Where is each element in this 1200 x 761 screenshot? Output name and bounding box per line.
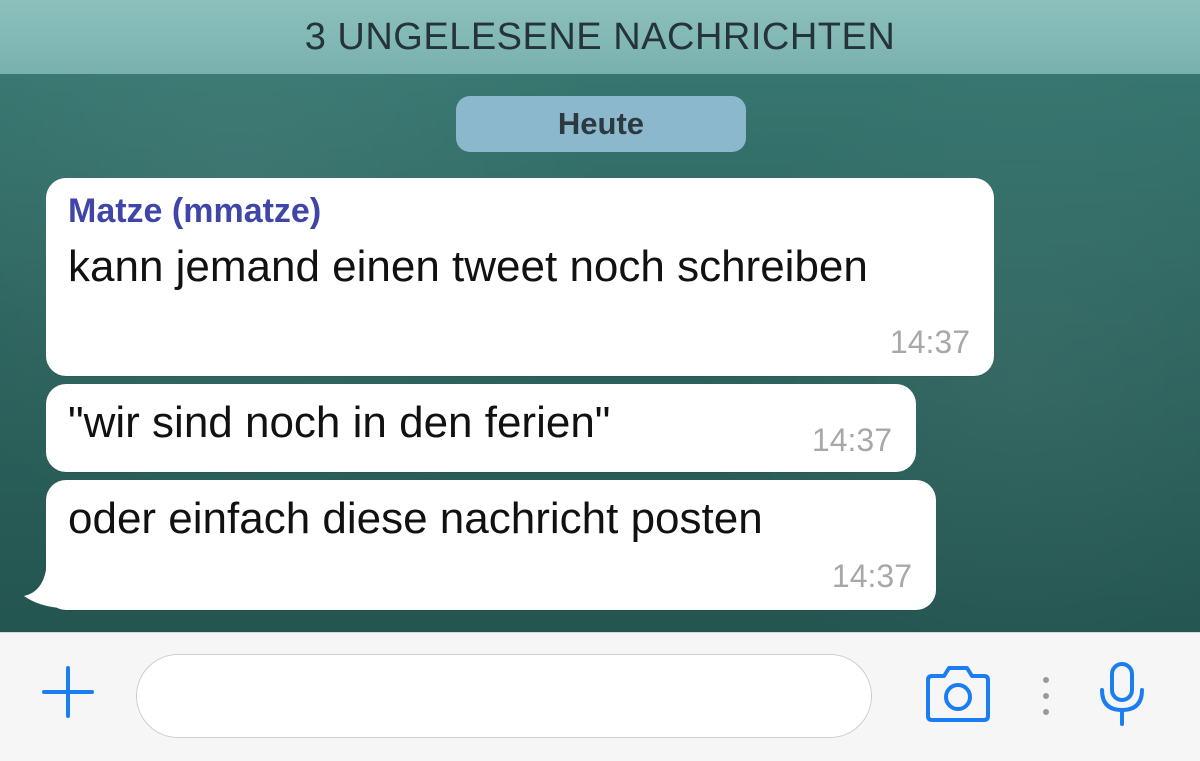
- message-bubble[interactable]: Matze (mmatze) kann jemand einen tweet n…: [46, 178, 994, 376]
- message-text: kann jemand einen tweet noch schreiben: [68, 242, 868, 291]
- date-separator: Heute: [456, 96, 746, 152]
- message-timestamp: 14:37: [831, 558, 912, 594]
- message-timestamp: 14:37: [811, 422, 892, 458]
- date-separator-label: Heute: [557, 106, 645, 141]
- message-timestamp: 14:37: [889, 324, 970, 360]
- camera-icon[interactable]: [922, 664, 994, 724]
- plus-icon[interactable]: [40, 664, 96, 720]
- microphone-icon[interactable]: [1096, 660, 1148, 728]
- more-options-icon[interactable]: [1036, 672, 1056, 720]
- message-text: "wir sind noch in den ferien": [68, 398, 611, 447]
- message-text: oder einfach diese nachricht posten: [68, 494, 763, 543]
- unread-messages-banner: 3 UNGELESENE NACHRICHTEN: [0, 0, 1200, 74]
- message-input[interactable]: [136, 654, 872, 738]
- message-tail: [24, 570, 60, 608]
- message-sender-name[interactable]: Matze (mmatze): [68, 192, 321, 231]
- message-bubble[interactable]: "wir sind noch in den ferien" 14:37: [46, 384, 916, 472]
- message-bubble[interactable]: oder einfach diese nachricht posten 14:3…: [46, 480, 936, 610]
- unread-messages-label: 3 UNGELESENE NACHRICHTEN: [304, 15, 896, 58]
